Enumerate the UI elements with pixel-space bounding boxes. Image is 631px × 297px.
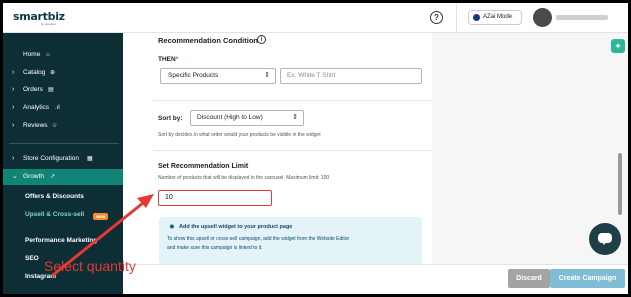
app-window: smartbiz by amazon Home ⌂ › Catalog ⊕ › …	[3, 3, 628, 294]
annotation-label: Select quantity	[44, 258, 136, 274]
annotation-arrow	[51, 194, 154, 277]
